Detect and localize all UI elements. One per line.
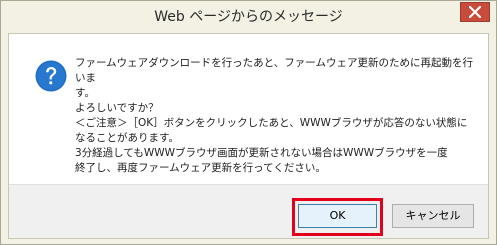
dialog-body: ファームウェアダウンロードを行ったあと、ファームウェア更新のために再起動を行いま… [8,33,489,239]
close-icon [469,6,481,18]
ok-button[interactable]: OK [298,204,377,228]
window-title: Web ページからのメッセージ [154,9,343,25]
dialog-message: ファームウェアダウンロードを行ったあと、ファームウェア更新のために再起動を行いま… [75,57,473,174]
message-area: ファームウェアダウンロードを行ったあと、ファームウェア更新のために再起動を行いま… [9,34,488,184]
close-button[interactable] [460,2,490,22]
message-dialog-window: Web ページからのメッセージ ファームウェアダウンロードを行ったあと、ファーム… [0,0,497,245]
button-bar: OK キャンセル [9,184,488,238]
cancel-button[interactable]: キャンセル [392,204,474,228]
title-bar[interactable]: Web ページからのメッセージ [1,1,496,33]
question-icon [35,60,67,92]
